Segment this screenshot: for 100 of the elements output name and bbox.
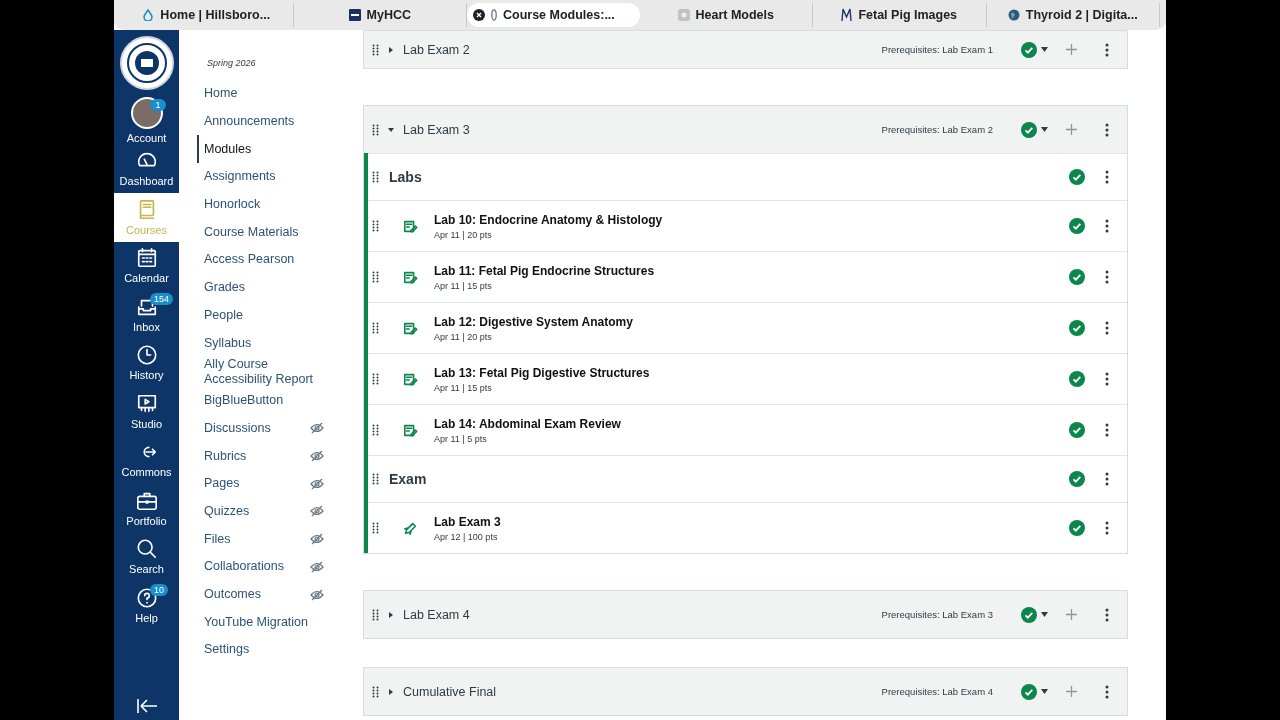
add-icon[interactable] bbox=[1066, 44, 1077, 55]
module-header[interactable]: Lab Exam 4 Prerequisites: Lab Exam 3 bbox=[364, 591, 1127, 638]
published-icon[interactable] bbox=[1021, 606, 1037, 623]
drag-handle-icon[interactable] bbox=[372, 171, 379, 183]
caret-right-icon[interactable] bbox=[387, 687, 395, 696]
module-title: Lab Exam 2 bbox=[403, 42, 471, 57]
drag-handle-icon[interactable] bbox=[372, 43, 379, 56]
drag-handle-icon[interactable] bbox=[372, 123, 379, 136]
course-nav-link[interactable]: Home bbox=[197, 80, 336, 108]
drag-handle-icon[interactable] bbox=[372, 322, 379, 334]
drag-handle-icon[interactable] bbox=[372, 271, 379, 283]
drag-handle-icon[interactable] bbox=[372, 424, 379, 436]
item-title-link[interactable]: Lab 10: Endocrine Anatomy & Histology bbox=[434, 212, 1059, 227]
browser-tab[interactable]: MyHCC bbox=[293, 3, 467, 27]
module-header[interactable]: Lab Exam 3 Prerequisites: Lab Exam 2 bbox=[364, 106, 1127, 153]
drag-handle-icon[interactable] bbox=[372, 685, 379, 698]
published-icon[interactable] bbox=[1069, 471, 1085, 487]
count-badge: 10 bbox=[150, 584, 168, 596]
course-nav-link[interactable]: Grades bbox=[197, 273, 336, 302]
caret-down-icon[interactable] bbox=[1041, 47, 1048, 52]
published-icon[interactable] bbox=[1069, 422, 1085, 438]
hidden-eye-icon bbox=[310, 560, 324, 573]
nav-item[interactable]: Account 1 bbox=[114, 96, 179, 145]
browser-tab[interactable]: Course Modules:... bbox=[467, 3, 640, 27]
published-icon[interactable] bbox=[1069, 269, 1085, 285]
course-nav-link[interactable]: Syllabus bbox=[197, 329, 336, 357]
course-nav-link[interactable]: Collaborations bbox=[197, 553, 336, 581]
caret-down-icon[interactable] bbox=[1041, 689, 1048, 694]
published-icon[interactable] bbox=[1021, 683, 1037, 700]
browser-tab[interactable]: Thyroid 2 | Digita... bbox=[986, 3, 1160, 27]
course-nav-link[interactable]: Ally Course Accessibility Report bbox=[197, 356, 336, 387]
droplet-icon bbox=[142, 9, 155, 21]
logo-icon bbox=[348, 9, 361, 21]
course-nav-link[interactable]: Access Pearson bbox=[197, 246, 336, 274]
item-title-link[interactable]: Lab 11: Fetal Pig Endocrine Structures bbox=[434, 263, 1059, 278]
add-icon[interactable] bbox=[1066, 686, 1077, 697]
course-nav-link[interactable]: Files bbox=[197, 525, 336, 553]
add-icon[interactable] bbox=[1066, 124, 1077, 135]
published-icon[interactable] bbox=[1069, 371, 1085, 387]
course-nav-link[interactable]: Quizzes bbox=[197, 497, 336, 526]
course-nav-link[interactable]: Discussions bbox=[197, 414, 336, 443]
rocket-icon bbox=[403, 520, 418, 536]
square-icon bbox=[677, 9, 690, 21]
caret-down-icon[interactable] bbox=[1041, 127, 1048, 132]
browser-tab[interactable]: Heart Models bbox=[639, 3, 813, 27]
nav-item[interactable]: Commons bbox=[114, 435, 179, 484]
college-seal-icon[interactable] bbox=[119, 36, 174, 90]
course-nav-link[interactable]: Outcomes bbox=[197, 580, 336, 609]
published-icon[interactable] bbox=[1021, 41, 1037, 58]
course-nav-link[interactable]: BigBlueButton bbox=[197, 386, 336, 415]
close-icon[interactable] bbox=[473, 9, 485, 21]
published-icon[interactable] bbox=[1069, 320, 1085, 336]
nav-item[interactable]: Calendar bbox=[114, 241, 179, 290]
browser-tab[interactable]: Home | Hillsboro... bbox=[120, 3, 294, 27]
caret-right-icon[interactable] bbox=[387, 610, 395, 619]
drag-handle-icon[interactable] bbox=[372, 608, 379, 621]
drag-handle-icon[interactable] bbox=[372, 522, 379, 534]
prerequisites-label: Prerequisites: Lab Exam 2 bbox=[881, 124, 993, 135]
hidden-eye-icon bbox=[310, 588, 324, 601]
course-nav-link[interactable]: Announcements bbox=[197, 107, 336, 136]
nav-item[interactable]: Dashboard bbox=[114, 144, 179, 193]
nav-item[interactable]: Inbox 154 bbox=[114, 290, 179, 339]
course-nav-link[interactable]: Honorlock bbox=[197, 190, 336, 219]
course-nav-link[interactable]: Rubrics bbox=[197, 442, 336, 470]
course-nav-link[interactable]: Assignments bbox=[197, 163, 336, 191]
pin-icon bbox=[491, 9, 497, 21]
item-title-link[interactable]: Lab 13: Fetal Pig Digestive Structures bbox=[434, 365, 1059, 380]
course-nav-link[interactable]: YouTube Migration bbox=[197, 608, 336, 637]
course-nav-link[interactable]: Pages bbox=[197, 469, 336, 498]
caret-down-icon[interactable] bbox=[387, 125, 395, 134]
caret-right-icon[interactable] bbox=[387, 45, 395, 54]
published-icon[interactable] bbox=[1069, 520, 1085, 536]
browser-tab[interactable]: Fetal Pig Images bbox=[813, 3, 987, 27]
count-badge: 1 bbox=[150, 99, 166, 111]
nav-item[interactable]: Help 10 bbox=[114, 581, 179, 630]
published-icon[interactable] bbox=[1069, 218, 1085, 234]
nav-item[interactable]: Portfolio bbox=[114, 484, 179, 533]
drag-handle-icon[interactable] bbox=[372, 373, 379, 385]
module-title: Lab Exam 4 bbox=[403, 607, 471, 622]
add-icon[interactable] bbox=[1066, 609, 1077, 620]
caret-down-icon[interactable] bbox=[1041, 612, 1048, 617]
drag-handle-icon[interactable] bbox=[372, 220, 379, 232]
module-header[interactable]: Cumulative Final Prerequisites: Lab Exam 4 bbox=[364, 668, 1127, 715]
module-header[interactable]: Lab Exam 2 Prerequisites: Lab Exam 1 bbox=[364, 31, 1127, 68]
item-title-link[interactable]: Lab 14: Abdominal Exam Review bbox=[434, 416, 1059, 431]
published-icon[interactable] bbox=[1021, 121, 1037, 138]
count-badge: 154 bbox=[150, 293, 174, 305]
collapse-icon[interactable] bbox=[135, 698, 158, 714]
section-header: Exam bbox=[389, 471, 428, 487]
course-nav-link[interactable]: Modules bbox=[197, 135, 336, 164]
drag-handle-icon[interactable] bbox=[372, 473, 379, 485]
published-icon[interactable] bbox=[1069, 169, 1085, 185]
course-nav-link[interactable]: Settings bbox=[197, 636, 336, 664]
course-nav-link[interactable]: People bbox=[197, 301, 336, 330]
course-nav-link[interactable]: Course Materials bbox=[197, 218, 336, 247]
nav-item[interactable]: Studio bbox=[114, 387, 179, 436]
item-title-link[interactable]: Lab Exam 3 bbox=[434, 514, 1059, 529]
nav-item[interactable]: History bbox=[114, 338, 179, 387]
nav-item[interactable]: Search bbox=[114, 532, 179, 581]
item-title-link[interactable]: Lab 12: Digestive System Anatomy bbox=[434, 314, 1059, 329]
